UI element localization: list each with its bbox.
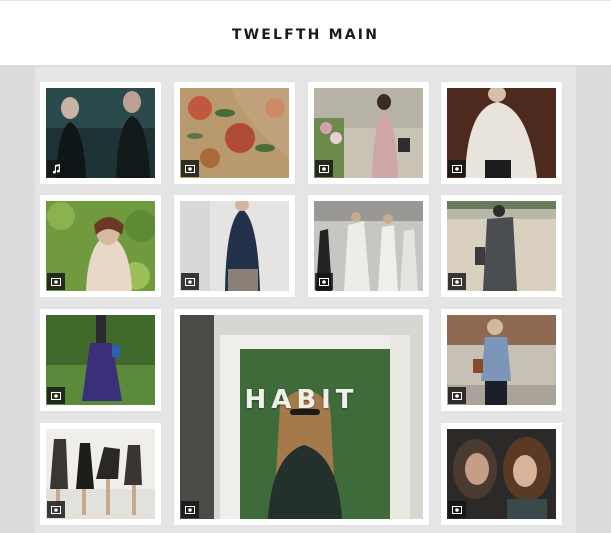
photo-icon [448, 501, 466, 518]
tile-grey-scarf-street[interactable] [441, 195, 562, 297]
storefront-sign: HABIT [244, 385, 359, 415]
tile-purple-skirt[interactable] [40, 309, 161, 411]
tile-white-drape-top[interactable] [441, 82, 562, 184]
tile-habit-storefront[interactable]: HABIT [174, 309, 429, 525]
site-title[interactable]: TWELFTH MAIN [0, 27, 611, 43]
tile-men-dark-portrait[interactable] [40, 82, 161, 184]
tile-group-lean-forward[interactable] [40, 423, 161, 525]
tile-navy-cardigan[interactable] [174, 195, 295, 297]
photo-icon [47, 387, 65, 404]
tile-denim-shirt-street[interactable] [441, 309, 562, 411]
music-note-icon [47, 160, 65, 177]
photo-icon [448, 387, 466, 404]
photo-icon [315, 160, 333, 177]
tile-group-white-dresses[interactable] [308, 195, 429, 297]
photo: HABIT [180, 315, 423, 519]
photo-icon [181, 501, 199, 518]
tile-woman-leaf-crown[interactable] [40, 195, 161, 297]
photo-icon [315, 273, 333, 290]
tile-floral-fabric[interactable] [174, 82, 295, 184]
photo-icon [47, 273, 65, 290]
site-header: TWELFTH MAIN [0, 0, 611, 65]
photo-icon [181, 160, 199, 177]
photo-icon [181, 273, 199, 290]
photo-icon [448, 273, 466, 290]
tile-woman-flowers-bag[interactable] [308, 82, 429, 184]
photo-icon [47, 501, 65, 518]
photo-icon [448, 160, 466, 177]
tile-women-close-faces[interactable] [441, 423, 562, 525]
